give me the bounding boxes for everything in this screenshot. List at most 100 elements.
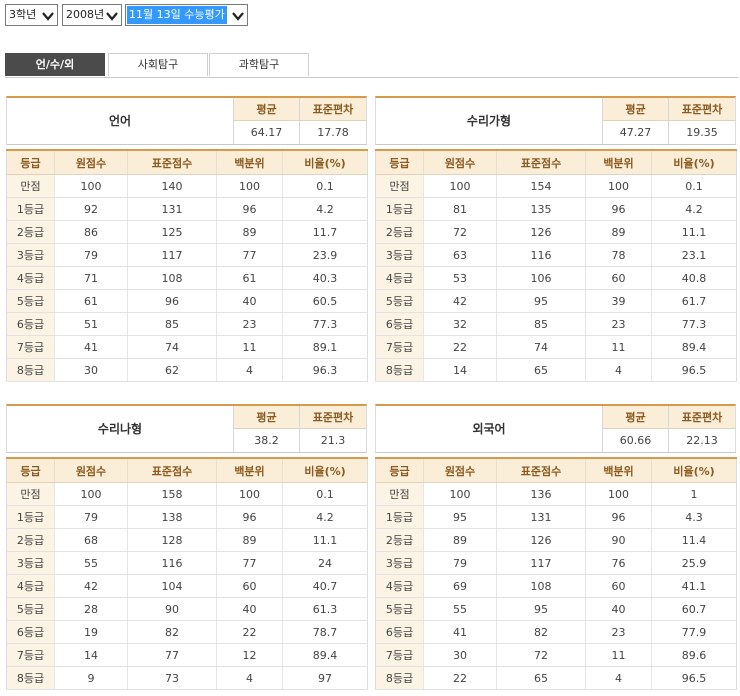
table-row: 6등급 51 85 23 77.3 (6, 312, 368, 336)
table-cell: 41 (54, 335, 128, 359)
table-cell: 11.7 (282, 220, 368, 244)
table-cell: 24 (282, 551, 368, 575)
column-header: 표준점수 (127, 457, 217, 483)
table-cell: 108 (496, 574, 586, 598)
table-cell: 4 (585, 358, 652, 382)
table-cell: 78.7 (282, 620, 368, 644)
column-header: 백분위 (585, 149, 652, 175)
table-cell: 90 (585, 528, 652, 552)
grade-select[interactable]: 3학년 (5, 4, 58, 26)
table-cell: 8등급 (375, 358, 424, 382)
table-cell: 74 (127, 335, 217, 359)
table-row: 5등급 55 95 40 60.7 (375, 597, 737, 621)
sd-value: 17.78 (299, 121, 366, 144)
table-cell: 6등급 (6, 312, 55, 336)
table-cell: 4등급 (375, 574, 424, 598)
table-row: 7등급 41 74 11 89.1 (6, 335, 368, 359)
tab-science[interactable]: 과학탐구 (209, 53, 309, 76)
table-cell: 61.7 (651, 289, 737, 313)
table-cell: 96.5 (651, 666, 737, 690)
table-row: 3등급 55 116 77 24 (6, 551, 368, 575)
table-cell: 96 (585, 505, 652, 529)
table-row: 4등급 53 106 60 40.8 (375, 266, 737, 290)
column-header: 원점수 (423, 149, 497, 175)
avg-label: 평균 (602, 98, 668, 121)
table-cell: 11.1 (651, 220, 737, 244)
table-cell: 96.3 (282, 358, 368, 382)
table-cell: 96.5 (651, 358, 737, 382)
table-cell: 14 (423, 358, 497, 382)
table-row: 7등급 14 77 12 89.4 (6, 643, 368, 667)
column-header: 등급 (6, 149, 55, 175)
table-cell: 7등급 (375, 335, 424, 359)
table-row: 2등급 89 126 90 11.4 (375, 528, 737, 552)
grade-select-value: 3학년 (9, 8, 37, 21)
table-cell: 55 (54, 551, 128, 575)
table-row: 5등급 42 95 39 61.7 (375, 289, 737, 313)
table-cell: 82 (127, 620, 217, 644)
column-header: 비율(%) (651, 149, 737, 175)
table-cell: 60.5 (282, 289, 368, 313)
table-cell: 4 (585, 666, 652, 690)
table-cell: 3등급 (6, 551, 55, 575)
table-row: 만점 100 154 100 0.1 (375, 174, 737, 198)
table-cell: 만점 (375, 482, 424, 506)
table-cell: 90 (127, 597, 217, 621)
table-cell: 140 (127, 174, 217, 198)
table-cell: 77.3 (651, 312, 737, 336)
table-cell: 62 (127, 358, 217, 382)
grade-table: 등급 원점수 표준점수 백분위 비율(%) 만점 100 158 100 0.1 1등급 79 138 9… (6, 457, 368, 690)
column-header: 백분위 (216, 149, 283, 175)
subject-title: 수리나형 (97, 422, 143, 436)
table-cell: 만점 (6, 482, 55, 506)
table-cell: 3등급 (375, 551, 424, 575)
table-cell: 3등급 (6, 243, 55, 267)
table-header-row: 등급 원점수 표준점수 백분위 비율(%) (375, 457, 737, 483)
table-cell: 2등급 (6, 528, 55, 552)
table-row: 1등급 92 131 96 4.2 (6, 197, 368, 221)
table-cell: 96 (216, 505, 283, 529)
table-cell: 1등급 (375, 505, 424, 529)
tab-social-studies[interactable]: 사회탐구 (108, 53, 208, 76)
table-cell: 131 (127, 197, 217, 221)
table-cell: 2등급 (375, 528, 424, 552)
table-cell: 106 (496, 266, 586, 290)
table-row: 1등급 79 138 96 4.2 (6, 505, 368, 529)
panel-header: 외국어 평균 표준편차 60.66 22.13 (375, 404, 736, 453)
table-cell: 4.3 (651, 505, 737, 529)
table-cell: 60 (585, 266, 652, 290)
table-cell: 100 (216, 174, 283, 198)
table-cell: 89 (216, 220, 283, 244)
column-header: 비율(%) (651, 457, 737, 483)
table-row: 4등급 69 108 60 41.1 (375, 574, 737, 598)
table-cell: 22 (216, 620, 283, 644)
table-cell: 100 (423, 174, 497, 198)
subject-title: 외국어 (472, 422, 506, 436)
table-cell: 40 (216, 289, 283, 313)
table-cell: 1등급 (6, 197, 55, 221)
table-cell: 1등급 (375, 197, 424, 221)
table-cell: 89 (423, 528, 497, 552)
table-cell: 3등급 (375, 243, 424, 267)
table-cell: 81 (423, 197, 497, 221)
table-cell: 19 (54, 620, 128, 644)
table-row: 6등급 19 82 22 78.7 (6, 620, 368, 644)
chevron-down-icon (42, 12, 54, 21)
table-cell: 78 (585, 243, 652, 267)
table-cell: 7등급 (375, 643, 424, 667)
exam-select[interactable]: 11월 13일 수능평가 (125, 4, 248, 26)
table-cell: 12 (216, 643, 283, 667)
grade-table: 등급 원점수 표준점수 백분위 비율(%) 만점 100 136 100 1 1등급 95 131 96 4… (375, 457, 737, 690)
table-cell: 65 (496, 666, 586, 690)
tab-korean-math-english[interactable]: 언/수/외 (5, 53, 105, 76)
table-cell: 97 (282, 666, 368, 690)
table-cell: 95 (496, 289, 586, 313)
table-cell: 4.2 (282, 197, 368, 221)
avg-value: 38.2 (233, 429, 299, 452)
table-cell: 125 (127, 220, 217, 244)
table-cell: 5등급 (6, 289, 55, 313)
table-cell: 6등급 (6, 620, 55, 644)
table-cell: 116 (496, 243, 586, 267)
sd-label: 표준편차 (668, 98, 735, 121)
year-select[interactable]: 2008년 (62, 4, 122, 26)
